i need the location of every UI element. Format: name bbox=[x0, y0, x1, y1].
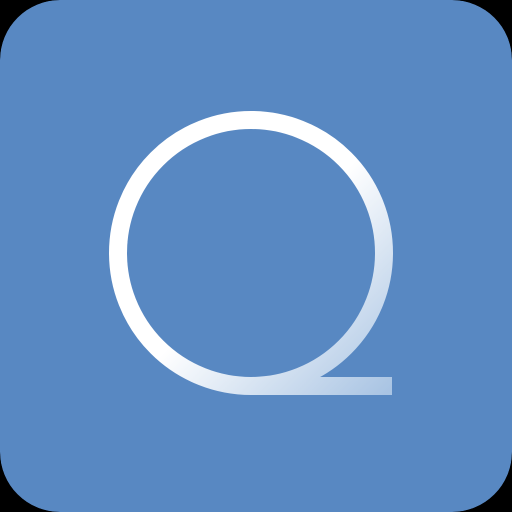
app-icon bbox=[0, 0, 512, 512]
q-loop-logo-icon bbox=[0, 0, 512, 512]
icon-background bbox=[0, 0, 512, 512]
